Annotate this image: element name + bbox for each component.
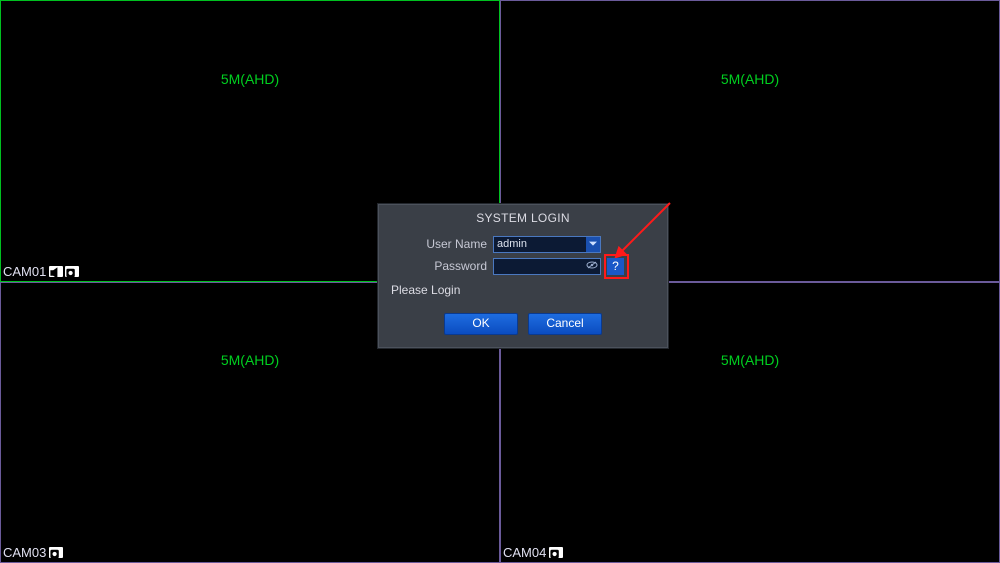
chevron-down-icon[interactable] bbox=[586, 237, 600, 252]
login-form: User Name admin Password ? bbox=[379, 231, 667, 277]
username-select[interactable]: admin bbox=[493, 236, 601, 253]
ok-button[interactable]: OK bbox=[444, 313, 518, 335]
password-label: Password bbox=[391, 259, 487, 273]
password-row: Password ? bbox=[391, 255, 655, 277]
resolution-label: 5M(AHD) bbox=[221, 352, 279, 368]
camera-name: CAM03 bbox=[3, 545, 46, 560]
dialog-title: SYSTEM LOGIN bbox=[379, 205, 667, 231]
resolution-label: 5M(AHD) bbox=[721, 71, 779, 87]
username-label: User Name bbox=[391, 237, 487, 251]
record-icon bbox=[65, 266, 79, 277]
password-input[interactable] bbox=[494, 259, 584, 273]
record-icon bbox=[549, 547, 563, 558]
eye-icon[interactable] bbox=[584, 257, 600, 275]
camera-label-3: CAM03 bbox=[3, 545, 63, 560]
username-value: admin bbox=[494, 238, 586, 250]
camera-name: CAM01 bbox=[3, 264, 46, 279]
audio-icon bbox=[49, 266, 63, 277]
camera-label-4: CAM04 bbox=[503, 545, 563, 560]
camera-label-1: CAM01 bbox=[3, 264, 79, 279]
login-status: Please Login bbox=[379, 277, 667, 307]
resolution-label: 5M(AHD) bbox=[721, 352, 779, 368]
record-icon bbox=[49, 547, 63, 558]
cancel-button[interactable]: Cancel bbox=[528, 313, 602, 335]
username-row: User Name admin bbox=[391, 233, 655, 255]
camera-name: CAM04 bbox=[503, 545, 546, 560]
login-dialog: SYSTEM LOGIN User Name admin Password ? … bbox=[378, 204, 668, 348]
password-field-wrap bbox=[493, 258, 601, 275]
resolution-label: 5M(AHD) bbox=[221, 71, 279, 87]
dialog-buttons: OK Cancel bbox=[379, 313, 667, 335]
help-button[interactable]: ? bbox=[607, 258, 624, 275]
